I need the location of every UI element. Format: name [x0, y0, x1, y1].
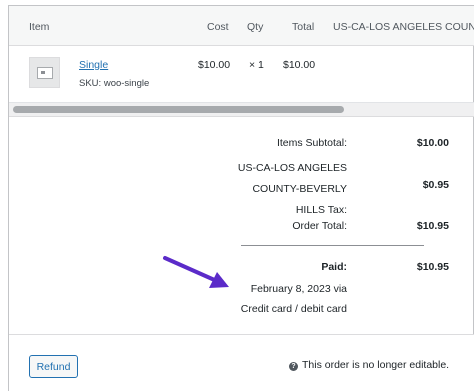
sku-label: SKU:	[79, 78, 102, 89]
header-qty[interactable]: Qty	[247, 21, 263, 33]
tax-label: US-CA-LOS ANGELES COUNTY-BEVERLY HILLS T…	[238, 158, 347, 221]
tax-label-line: HILLS Tax:	[295, 204, 347, 216]
product-thumbnail	[29, 57, 60, 88]
tax-label-line: US-CA-LOS ANGELES	[237, 162, 347, 174]
items-table-header: Item Cost Qty Total US-CA-LOS ANGELES CO…	[9, 6, 474, 46]
product-sku: SKU: woo-single	[79, 78, 149, 89]
sku-value: woo-single	[103, 78, 150, 89]
refund-button[interactable]: Refund	[29, 355, 78, 378]
header-cost[interactable]: Cost	[207, 21, 229, 33]
product-name-link[interactable]: Single	[79, 59, 108, 71]
header-tax[interactable]: US-CA-LOS ANGELES COUNT	[333, 21, 474, 33]
order-total-value: $10.95	[416, 220, 449, 232]
order-items-panel: Item Cost Qty Total US-CA-LOS ANGELES CO…	[8, 5, 474, 392]
paid-method: Credit card / debit card	[240, 303, 347, 315]
item-total: $10.00	[283, 59, 316, 71]
annotation-arrow-icon	[163, 256, 229, 288]
question-circle-icon[interactable]: ?	[289, 362, 298, 371]
header-item[interactable]: Item	[29, 21, 49, 33]
scrollbar-thumb[interactable]	[13, 106, 344, 113]
items-subtotal-label: Items Subtotal:	[276, 137, 347, 149]
items-subtotal-value: $10.00	[416, 137, 449, 149]
item-cost: $10.00	[198, 59, 231, 71]
paid-value: $10.95	[416, 261, 449, 273]
header-total[interactable]: Total	[292, 21, 314, 33]
item-qty: × 1	[249, 59, 264, 71]
not-editable-notice: ? This order is no longer editable.	[289, 359, 449, 371]
tax-label-line: COUNTY-BEVERLY	[252, 183, 347, 195]
notice-text: This order is no longer editable.	[302, 359, 450, 371]
paid-label: Paid:	[321, 261, 347, 273]
paid-date: February 8, 2023 via	[250, 283, 347, 295]
tax-value: $0.95	[422, 179, 449, 191]
order-total-label: Order Total:	[292, 220, 347, 232]
horizontal-scrollbar[interactable]	[9, 102, 474, 117]
order-actions-footer: Refund ? This order is no longer editable…	[9, 334, 474, 392]
totals-divider	[241, 245, 424, 246]
